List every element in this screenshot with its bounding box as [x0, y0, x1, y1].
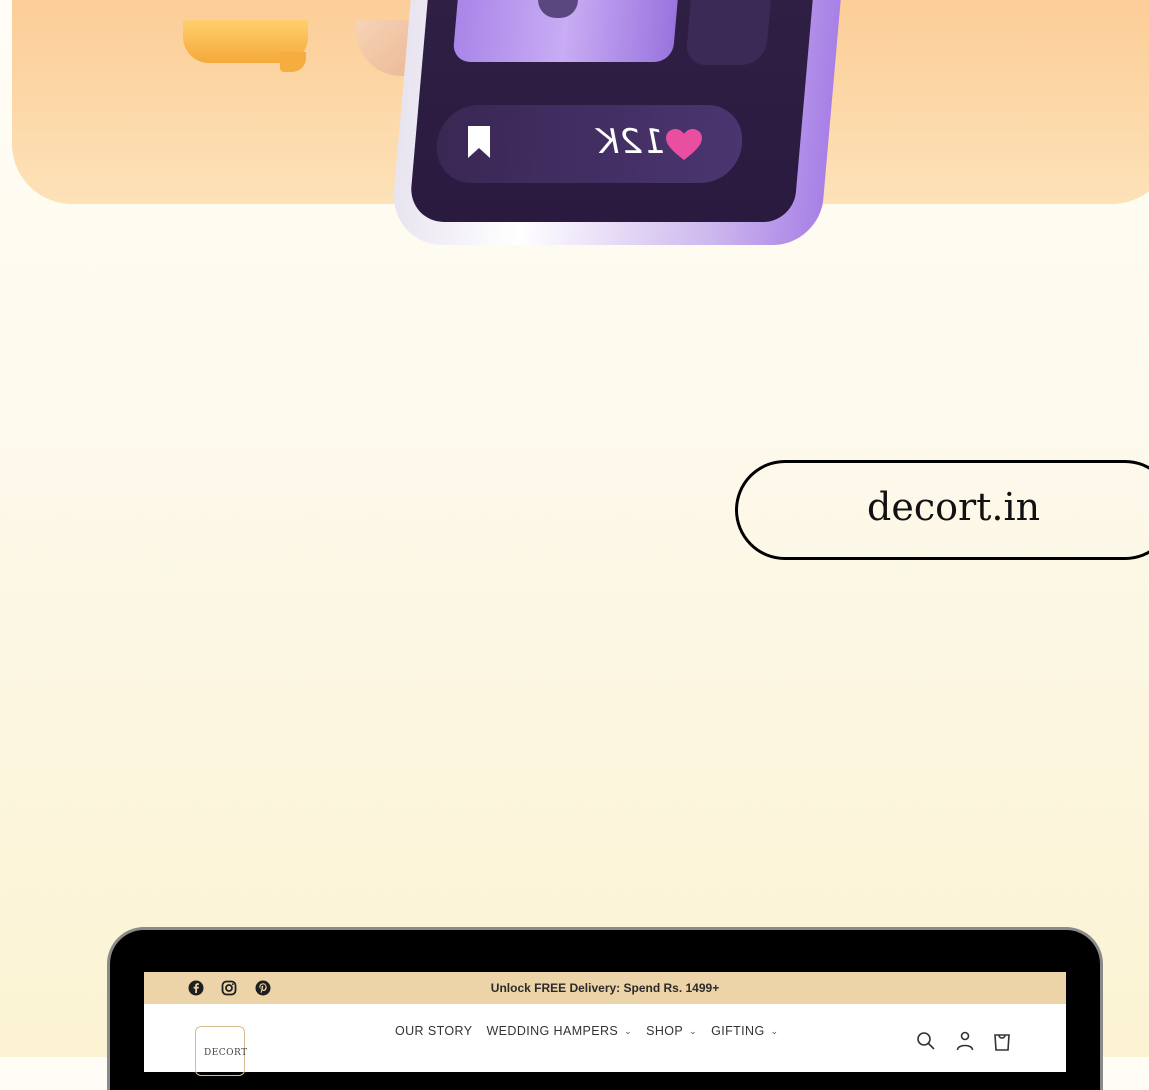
announcement-text: Unlock FREE Delivery: Spend Rs. 1499+	[490, 981, 720, 995]
nav-label: WEDDING HAMPERS	[486, 1024, 619, 1038]
bookmark-icon	[468, 126, 490, 158]
nav-label: OUR STORY	[395, 1024, 473, 1038]
nav-label: SHOP	[646, 1024, 684, 1038]
heart-icon	[666, 129, 702, 160]
website-preview: Unlock FREE Delivery: Spend Rs. 1499+ DE…	[144, 972, 1066, 1076]
nav-item-our-story[interactable]: OUR STORY	[395, 1024, 472, 1038]
nav-item-shop[interactable]: SHOP ⌄	[646, 1024, 697, 1038]
announcement-bar: Unlock FREE Delivery: Spend Rs. 1499+	[144, 972, 1066, 1004]
chevron-down-icon: ⌄	[770, 1025, 779, 1036]
nav-item-gifting[interactable]: GIFTING ⌄	[711, 1024, 778, 1038]
main-nav: OUR STORY WEDDING HAMPERS ⌄ SHOP ⌄ GIFTI…	[395, 1024, 779, 1038]
likes-count: 12K	[596, 122, 665, 162]
search-icon[interactable]	[915, 1030, 937, 1052]
cart-icon[interactable]	[991, 1030, 1013, 1052]
chevron-down-icon: ⌄	[624, 1025, 633, 1036]
nav-label: GIFTING	[711, 1024, 765, 1038]
chevron-down-icon: ⌄	[689, 1025, 698, 1036]
nav-item-wedding-hampers[interactable]: WEDDING HAMPERS ⌄	[486, 1024, 632, 1038]
account-icon[interactable]	[954, 1030, 976, 1052]
phone-post-card-secondary	[685, 0, 771, 65]
website-url[interactable]: decort.in	[867, 485, 1040, 529]
